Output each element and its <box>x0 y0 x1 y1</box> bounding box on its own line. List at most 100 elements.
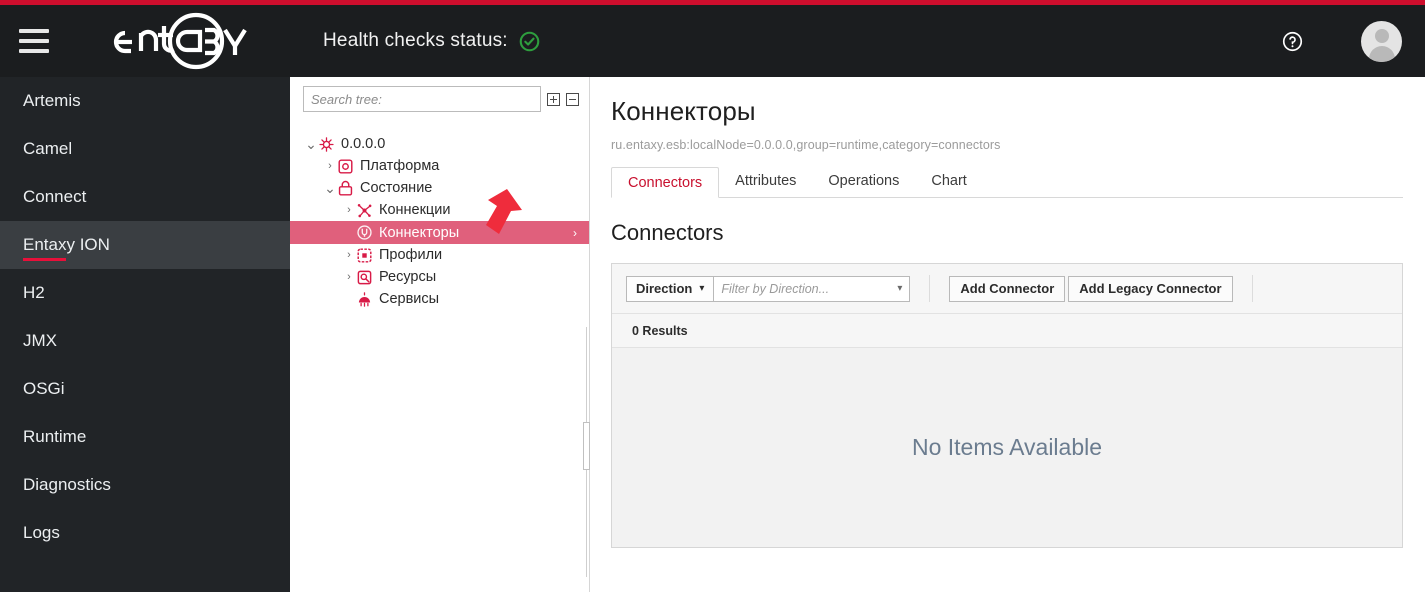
hamburger-bar <box>19 29 49 33</box>
sidebar-item-camel[interactable]: Camel <box>0 125 290 173</box>
tree-node-label: 0.0.0.0 <box>341 136 386 152</box>
direction-dropdown-button[interactable]: Direction ▾ <box>626 275 714 302</box>
tab-label: Operations <box>828 173 900 189</box>
sidebar-item-connect[interactable]: Connect <box>0 173 290 221</box>
chevron-right-icon[interactable]: › <box>573 226 577 240</box>
sidebar-item-h2[interactable]: H2 <box>0 269 290 317</box>
avatar-body <box>1368 45 1395 62</box>
tab-connectors[interactable]: Connectors <box>611 167 720 198</box>
tree-node[interactable]: ⌄ Состояние <box>290 177 589 199</box>
filter-placeholder: Filter by Direction... <box>721 281 830 296</box>
chevron-down-icon[interactable]: ▾ <box>897 283 902 294</box>
expand-all-icon[interactable] <box>547 92 560 106</box>
annotation-arrow-icon <box>486 189 522 234</box>
chevron-right-icon[interactable]: › <box>342 271 356 283</box>
chevron-right-icon[interactable]: › <box>323 160 337 172</box>
avatar-head <box>1374 28 1389 43</box>
chevron-down-icon: ▾ <box>699 283 705 294</box>
sidebar-item-label: Camel <box>23 139 73 158</box>
platform-icon <box>338 158 353 174</box>
chevron-right-icon[interactable]: › <box>342 204 356 216</box>
results-count: 0 Results <box>612 314 1402 348</box>
tab-attributes[interactable]: Attributes <box>719 166 812 197</box>
direction-dropdown-label: Direction <box>636 281 693 296</box>
entaxy-logo[interactable] <box>101 10 261 72</box>
connections-icon <box>357 203 372 217</box>
tree-node[interactable]: › Коннекции <box>290 199 589 221</box>
connectors-toolbar: Direction ▾ Filter by Direction... ▾ Add… <box>612 264 1402 314</box>
tab-label: Attributes <box>735 173 797 189</box>
sidebar-item-jmx[interactable]: JMX <box>0 317 290 365</box>
search-tree-input[interactable] <box>303 86 541 112</box>
jmx-tree: ⌄ 0.0.0.0 › Платформа ⌄ Состояние › Коннекции Ко… <box>290 133 589 310</box>
sidebar-item-entaxy-ion[interactable]: Entaxy ION <box>0 221 290 269</box>
hamburger-bar <box>19 49 49 53</box>
empty-state-message: No Items Available <box>612 348 1402 547</box>
sidebar-active-underline <box>23 258 66 261</box>
profiles-icon <box>357 247 372 263</box>
services-icon <box>358 291 371 307</box>
add-connector-button[interactable]: Add Connector <box>949 275 1066 302</box>
chevron-down-icon[interactable]: ⌄ <box>323 181 337 195</box>
filter-by-direction-input[interactable]: Filter by Direction... ▾ <box>713 275 911 302</box>
tree-node-label: Сервисы <box>379 291 440 307</box>
sidebar-item-osgi[interactable]: OSGi <box>0 365 290 413</box>
state-icon <box>338 180 353 196</box>
sidebar-item-label: Entaxy ION <box>23 235 110 254</box>
sidebar-item-label: Logs <box>23 523 60 542</box>
node-root-icon <box>319 136 334 152</box>
sidebar-item-label: OSGi <box>23 379 65 398</box>
tree-node-label: Коннекции <box>379 202 451 218</box>
sidebar-item-diagnostics[interactable]: Diagnostics <box>0 461 290 509</box>
toolbar-divider <box>1251 275 1253 302</box>
mbean-object-name: ru.entaxy.esb:localNode=0.0.0.0,group=ru… <box>611 138 1001 152</box>
tree-panel: ⌄ 0.0.0.0 › Платформа ⌄ Состояние › Коннекции Ко… <box>290 77 590 592</box>
tree-node[interactable]: › Ресурсы <box>290 266 589 288</box>
tab-label: Chart <box>931 173 967 189</box>
sidebar-item-label: Runtime <box>23 427 87 446</box>
tree-node-label: Коннекторы <box>379 224 460 241</box>
tree-node[interactable]: › Платформа <box>290 155 589 177</box>
collapse-all-icon[interactable] <box>566 92 579 106</box>
sidebar-item-label: Diagnostics <box>23 475 111 494</box>
health-checks-label: Health checks status: <box>323 30 508 51</box>
avatar[interactable] <box>1361 20 1402 62</box>
tab-operations[interactable]: Operations <box>812 166 915 197</box>
tab-label: Connectors <box>628 175 703 191</box>
tree-node[interactable]: ⌄ 0.0.0.0 <box>290 133 589 155</box>
tree-scrollbar-thumb[interactable] <box>583 422 590 470</box>
tree-node-label: Платформа <box>360 158 440 174</box>
tree-search-row <box>290 77 589 112</box>
header-actions <box>1282 20 1425 62</box>
connectors-icon <box>357 225 372 240</box>
tree-scrollbar-track[interactable] <box>583 327 590 577</box>
hamburger-icon[interactable] <box>19 29 49 53</box>
sidebar-item-label: JMX <box>23 331 57 350</box>
panel-title: Connectors <box>611 220 724 245</box>
health-checks-status: Health checks status: <box>323 30 540 52</box>
sidebar-item-label: Connect <box>23 187 87 206</box>
tree-node-label: Профили <box>379 247 443 263</box>
tree-node-label: Ресурсы <box>379 269 437 285</box>
sidebar-item-label: Artemis <box>23 91 81 110</box>
resources-icon <box>357 270 372 284</box>
sidebar-item-runtime[interactable]: Runtime <box>0 413 290 461</box>
hamburger-bar <box>19 39 49 43</box>
tree-node[interactable]: › Профили <box>290 244 589 266</box>
sidebar-nav: Artemis Camel Connect Entaxy ION H2 JMX OSGi Ru… <box>0 77 290 592</box>
main-content: Коннекторы ru.entaxy.esb:localNode=0.0.0… <box>591 77 1425 592</box>
sidebar-item-logs[interactable]: Logs <box>0 509 290 557</box>
check-circle-icon <box>519 31 540 51</box>
page-title: Коннекторы <box>611 96 756 126</box>
tab-chart[interactable]: Chart <box>915 166 982 197</box>
tree-node-selected[interactable]: Коннекторы › <box>290 221 589 244</box>
tab-bar: Connectors Attributes Operations Chart <box>611 167 1403 198</box>
add-legacy-connector-button[interactable]: Add Legacy Connector <box>1068 275 1233 302</box>
toolbar-divider <box>929 275 931 302</box>
chevron-down-icon[interactable]: ⌄ <box>304 137 318 151</box>
help-circle-icon[interactable] <box>1282 31 1303 52</box>
sidebar-item-artemis[interactable]: Artemis <box>0 77 290 125</box>
chevron-right-icon[interactable]: › <box>342 249 356 261</box>
sidebar-item-label: H2 <box>23 283 45 302</box>
tree-node[interactable]: Сервисы <box>290 288 589 310</box>
